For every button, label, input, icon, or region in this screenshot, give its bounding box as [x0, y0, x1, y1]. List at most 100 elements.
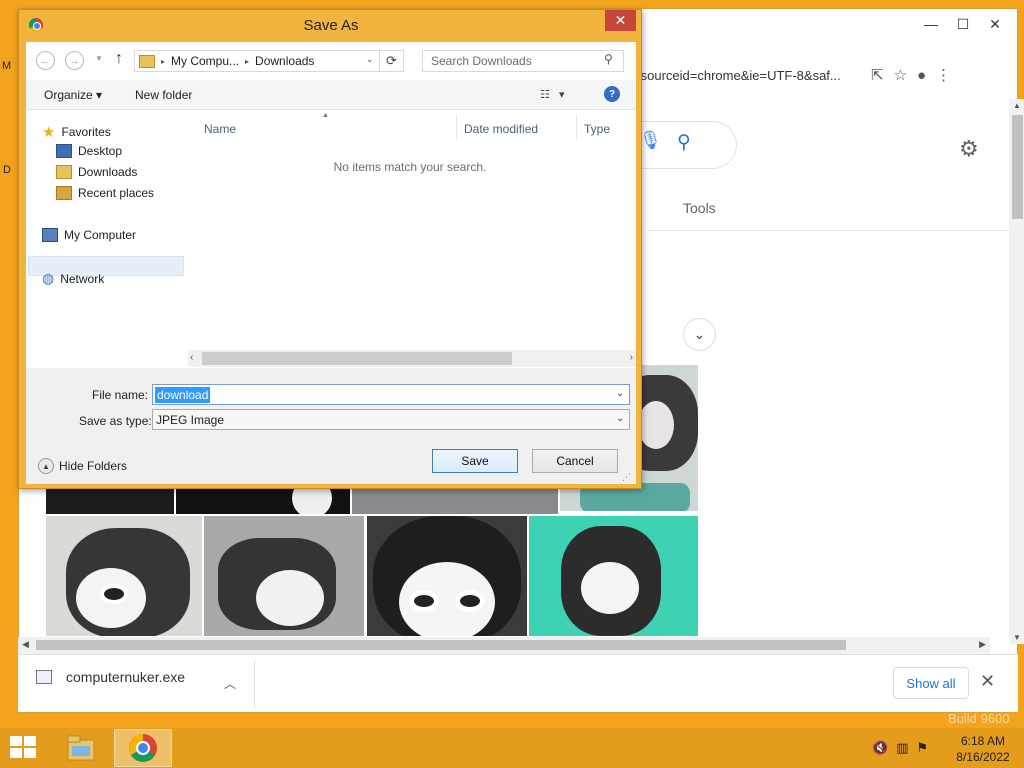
- settings-gear-icon[interactable]: ⚙: [959, 136, 979, 162]
- cancel-button[interactable]: Cancel: [532, 449, 618, 473]
- downloads-folder-icon: [139, 54, 155, 68]
- image-result[interactable]: [46, 488, 174, 514]
- system-tray: 🔇 ▥ ⚑: [872, 740, 928, 756]
- dialog-close-button[interactable]: ✕: [605, 10, 636, 31]
- nav-recent-places[interactable]: Recent places: [56, 186, 154, 200]
- back-button[interactable]: ←: [36, 51, 55, 70]
- clock-date: 8/16/2022: [956, 750, 1010, 764]
- share-icon[interactable]: ⇱: [871, 66, 884, 84]
- forward-button[interactable]: →: [65, 51, 84, 70]
- new-folder-button[interactable]: New folder: [135, 88, 192, 102]
- windows-logo-icon: [10, 736, 22, 746]
- column-header-type[interactable]: Type: [584, 122, 610, 136]
- file-list-horizontal-scrollbar[interactable]: ‹ ›: [188, 350, 636, 367]
- image-result[interactable]: [367, 516, 527, 636]
- show-all-button[interactable]: Show all: [893, 667, 969, 699]
- close-button[interactable]: ✕: [979, 13, 1011, 35]
- computer-icon: [42, 228, 58, 242]
- search-icon[interactable]: ⚲: [604, 52, 613, 66]
- downloads-folder-icon: [56, 165, 72, 179]
- nav-downloads[interactable]: Downloads: [56, 165, 137, 179]
- image-result[interactable]: [529, 516, 698, 636]
- nav-favorites-label: Favorites: [61, 125, 111, 139]
- dialog-title: Save As: [303, 17, 359, 34]
- up-folder-button[interactable]: ↑: [115, 50, 123, 68]
- divider: [254, 661, 255, 707]
- resize-grip-icon[interactable]: ⋰: [622, 472, 631, 483]
- help-button[interactable]: ?: [604, 86, 620, 102]
- organize-menu-button[interactable]: Organize ▾: [44, 88, 102, 102]
- recent-locations-chevron-icon[interactable]: ▼: [95, 54, 103, 63]
- scroll-right-icon[interactable]: ▶: [979, 639, 986, 650]
- vertical-scrollbar[interactable]: ▲ ▼: [1009, 99, 1024, 644]
- image-result[interactable]: [204, 516, 364, 636]
- action-center-icon[interactable]: ⚑: [916, 740, 928, 756]
- save-as-type-label: Save as type:: [79, 414, 152, 428]
- scroll-left-icon[interactable]: ‹: [190, 352, 193, 363]
- maximize-button[interactable]: ☐: [947, 13, 979, 35]
- download-file-name[interactable]: computernuker.exe: [66, 669, 185, 685]
- image-result[interactable]: [352, 488, 558, 514]
- save-button[interactable]: Save: [432, 449, 518, 473]
- address-url[interactable]: tsourceid=chrome&ie=UTF-8&saf...: [637, 68, 861, 83]
- chevron-up-icon[interactable]: ︿: [224, 675, 236, 692]
- profile-icon[interactable]: ●: [917, 67, 926, 84]
- close-icon[interactable]: ✕: [980, 671, 995, 692]
- breadcrumb-my-computer[interactable]: My Compu...: [171, 54, 239, 68]
- scrollbar-thumb[interactable]: [1012, 115, 1023, 219]
- nav-desktop[interactable]: Desktop: [56, 144, 122, 158]
- view-options-icon[interactable]: ☷ ▾: [540, 88, 565, 101]
- save-as-type-select[interactable]: JPEG Image: [152, 409, 630, 430]
- search-icon[interactable]: ⚲: [677, 131, 691, 154]
- nav-network-label: Network: [60, 271, 105, 286]
- scroll-up-icon[interactable]: ▲: [1013, 101, 1021, 110]
- nav-my-computer[interactable]: My Computer: [42, 228, 136, 242]
- file-explorer-taskbar-icon[interactable]: [62, 730, 100, 766]
- start-button[interactable]: [10, 736, 38, 760]
- tools-tab[interactable]: Tools: [683, 200, 716, 216]
- save-options-panel: File name: download ⌄ Save as type: JPEG…: [26, 368, 636, 484]
- nav-favorites[interactable]: ★ Favorites: [42, 123, 111, 141]
- collapse-chevron-icon: ▲: [38, 458, 54, 474]
- breadcrumb[interactable]: ▸ My Compu... ▸ Downloads: [134, 50, 380, 72]
- command-bar: Organize ▾ New folder ☷ ▾ ?: [26, 80, 636, 110]
- nav-network[interactable]: ◍ Network: [42, 270, 104, 287]
- scroll-right-icon[interactable]: ›: [630, 352, 633, 363]
- chevron-down-icon[interactable]: ⌄: [366, 54, 374, 65]
- minimize-button[interactable]: —: [915, 13, 947, 35]
- search-input[interactable]: Search Downloads: [422, 50, 624, 72]
- file-name-input[interactable]: download: [152, 384, 630, 405]
- scroll-left-icon[interactable]: ◀: [22, 639, 29, 650]
- column-header-date-modified[interactable]: Date modified: [464, 122, 538, 136]
- breadcrumb-sep-icon[interactable]: ▸: [245, 57, 249, 66]
- image-result[interactable]: [176, 488, 350, 514]
- scroll-down-icon[interactable]: ▼: [1013, 633, 1021, 642]
- sort-indicator-icon: ▲: [322, 112, 329, 119]
- chevron-down-icon[interactable]: ⌄: [616, 413, 624, 424]
- image-result[interactable]: [46, 516, 202, 636]
- expand-chevron-button[interactable]: ⌄: [683, 318, 716, 351]
- kebab-menu-icon[interactable]: ⋮: [936, 66, 951, 84]
- recent-places-icon: [56, 186, 72, 200]
- horizontal-scrollbar[interactable]: ◀ ▶: [18, 637, 990, 654]
- address-bar[interactable]: tsourceid=chrome&ie=UTF-8&saf... ⇱ ☆ ● ⋮: [637, 61, 997, 89]
- download-item[interactable]: computernuker.exe: [36, 669, 185, 685]
- network-icon[interactable]: ▥: [896, 740, 908, 756]
- scrollbar-thumb[interactable]: [202, 352, 512, 365]
- hide-folders-button[interactable]: ▲ Hide Folders: [38, 458, 127, 474]
- chrome-taskbar-icon[interactable]: [114, 729, 172, 767]
- file-name-value[interactable]: download: [155, 386, 211, 403]
- file-icon: [36, 670, 52, 684]
- nav-desktop-label: Desktop: [78, 144, 123, 158]
- bookmark-star-icon[interactable]: ☆: [894, 66, 907, 84]
- volume-muted-icon[interactable]: 🔇: [872, 740, 888, 756]
- chevron-down-icon[interactable]: ⌄: [616, 388, 624, 399]
- microphone-icon[interactable]: 🎙: [639, 130, 662, 151]
- dialog-body: ← → ▼ ↑ ▸ My Compu... ▸ Downloads ⌄ ⟳ Se…: [26, 42, 636, 484]
- refresh-button[interactable]: ⟳: [380, 50, 404, 72]
- column-header-name[interactable]: Name: [204, 122, 236, 136]
- breadcrumb-sep-icon[interactable]: ▸: [161, 57, 165, 66]
- taskbar-clock[interactable]: 6:18 AM 8/16/2022: [950, 733, 1016, 765]
- breadcrumb-downloads[interactable]: Downloads: [255, 54, 314, 68]
- scrollbar-thumb[interactable]: [36, 640, 846, 650]
